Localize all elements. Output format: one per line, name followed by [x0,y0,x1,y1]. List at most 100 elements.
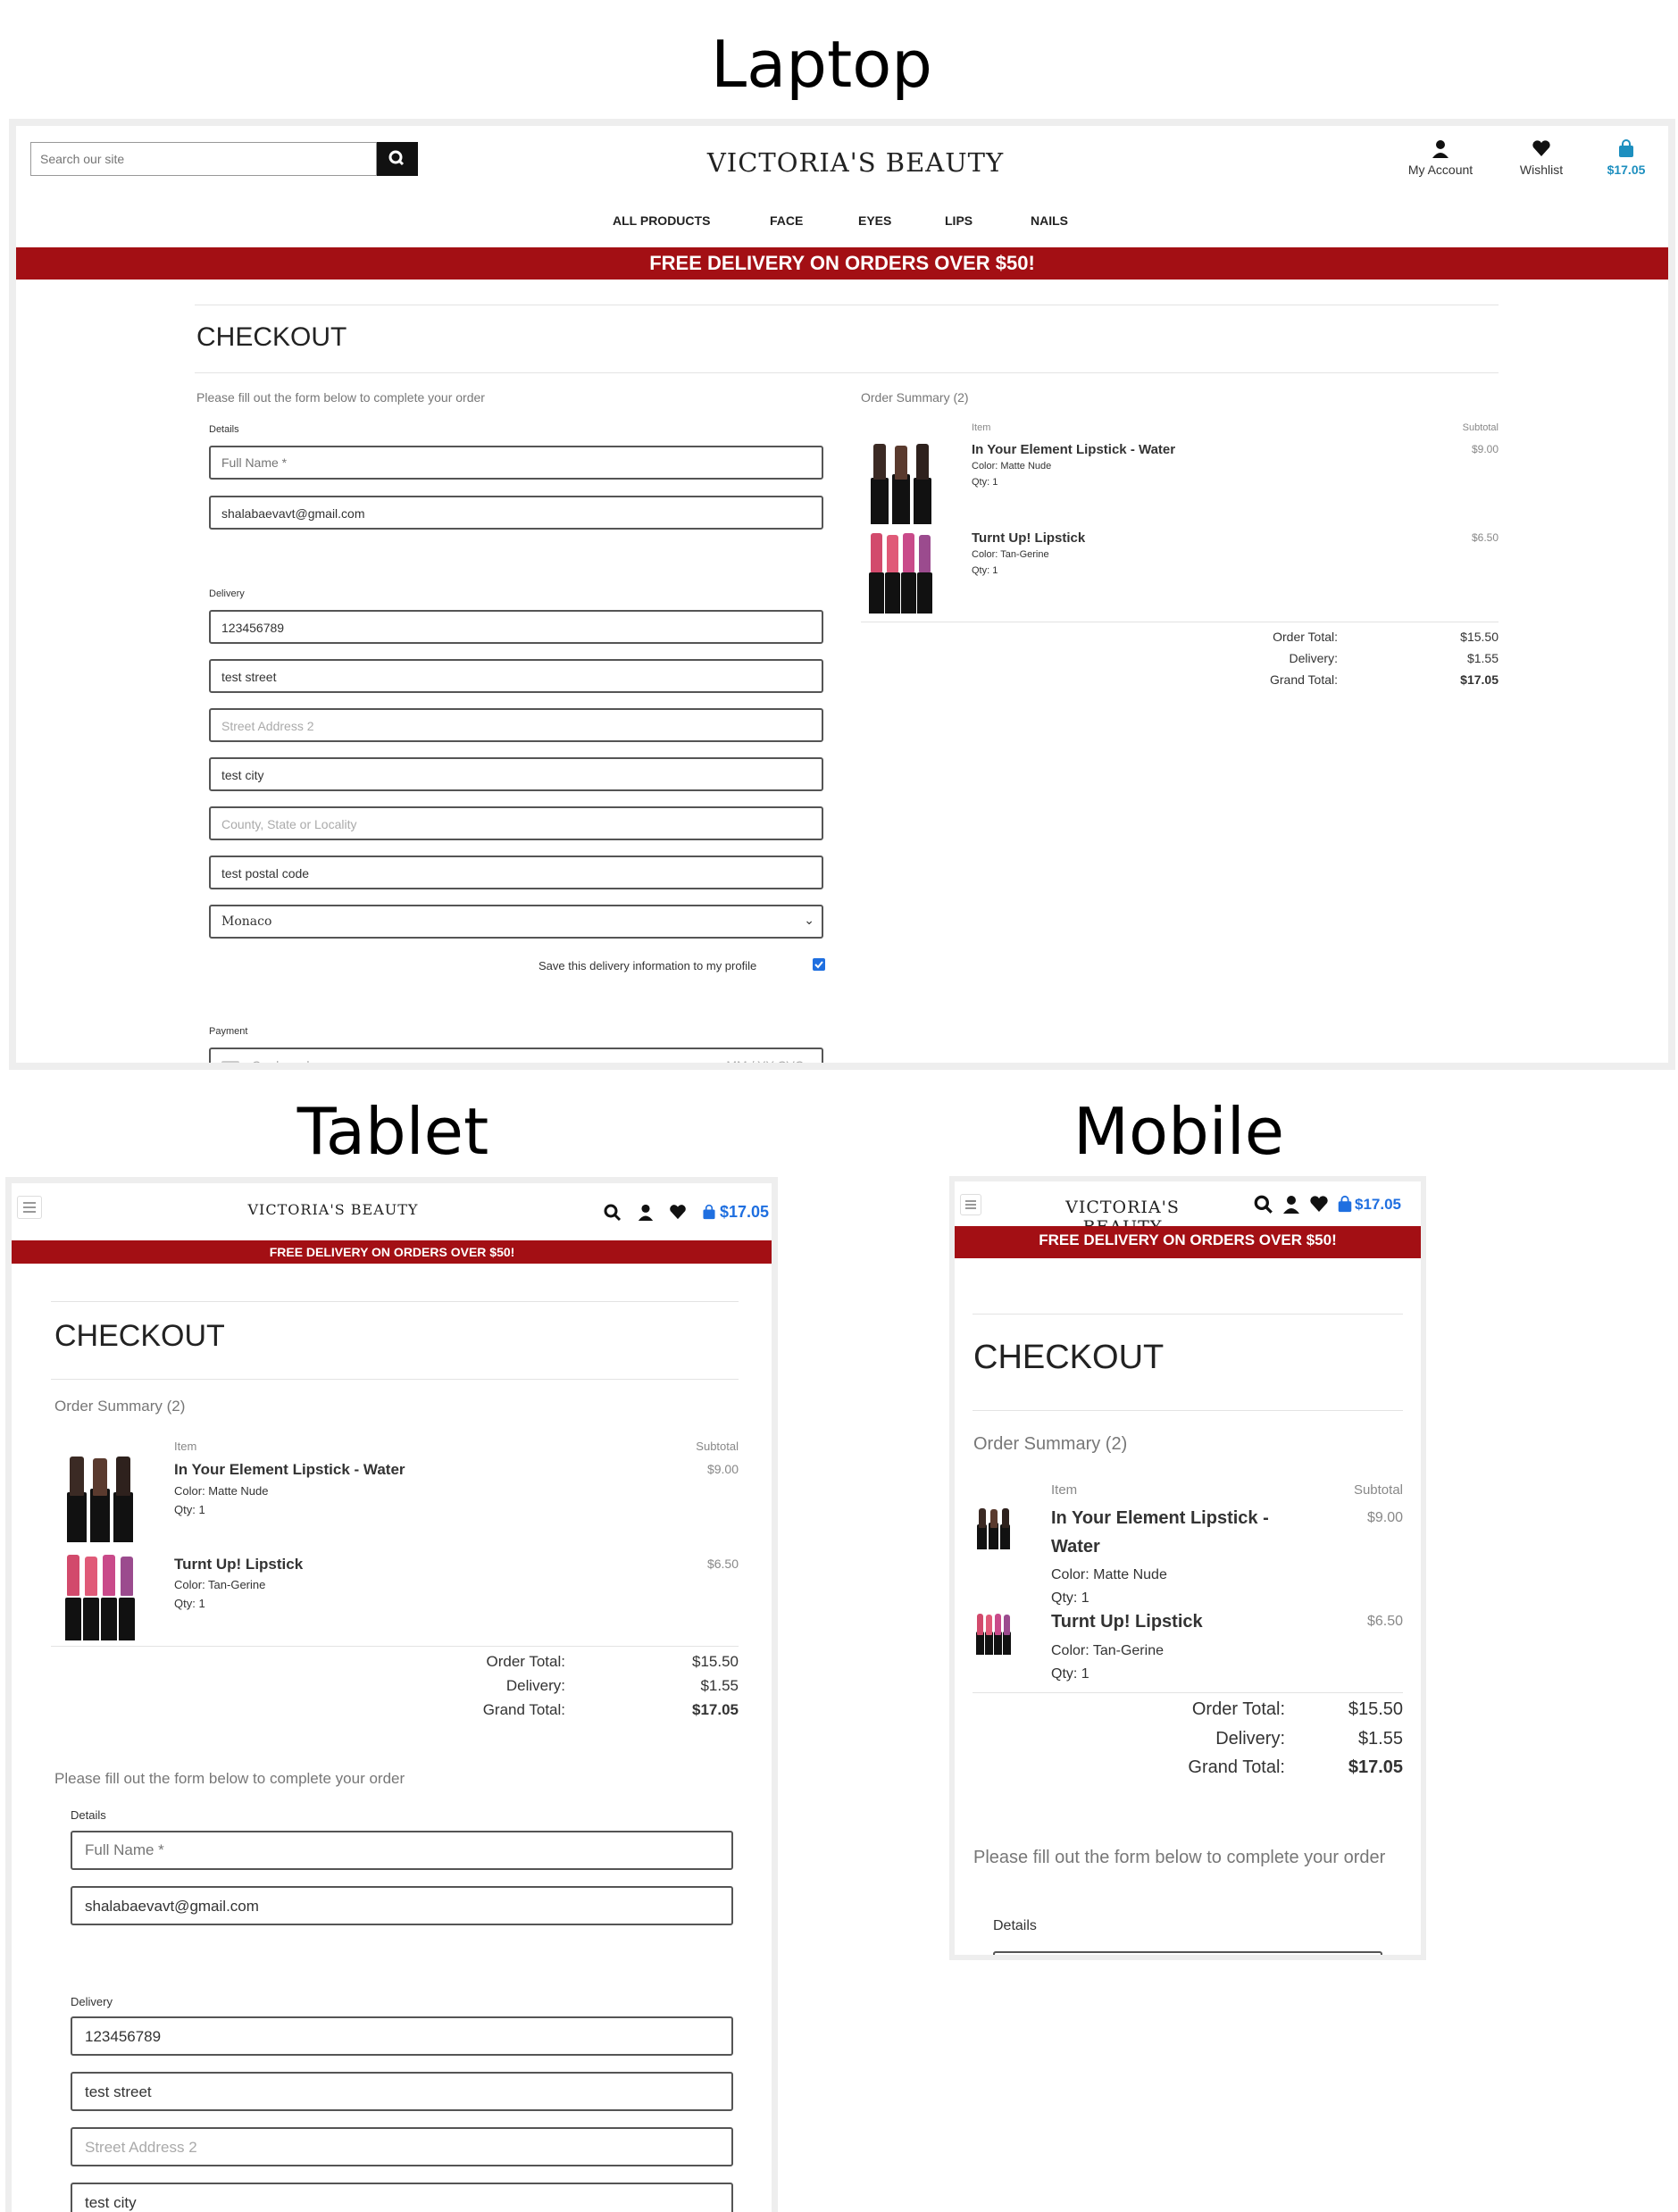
full-name-field[interactable] [209,446,823,480]
details-label: Details [71,1808,106,1822]
my-account-label: My Account [1407,163,1473,177]
mobile-screenshot: VICTORIA'S BEAUTY $17.05 FREE DELIVERY O… [949,1176,1426,1960]
email-value: shalabaevavt@gmail.com [221,506,365,521]
town-city-value: test city [85,2194,137,2211]
divider [973,1692,1403,1693]
product-color: Color: Tan-Gerine [1051,1643,1164,1658]
chevron-down-icon: ⌄ [804,914,814,928]
phone-field[interactable]: 123456789 [209,610,823,644]
country-select[interactable]: Monaco ⌄ [209,905,823,939]
search-input[interactable] [30,142,377,176]
street-address-1-field[interactable]: test street [209,659,823,693]
town-city-field[interactable]: test city [71,2183,733,2212]
bag-link[interactable]: $17.05 [1595,138,1657,177]
phone-value: 123456789 [85,2028,162,2045]
hamburger-menu-button[interactable] [960,1194,981,1215]
shopping-bag-icon[interactable] [1336,1194,1354,1214]
postcode-field[interactable]: test postal code [209,856,823,889]
brand-logo[interactable]: VICTORIA'S BEAUTY [235,1201,431,1218]
product-subtotal: $9.00 [1471,443,1499,455]
heart-icon[interactable] [1309,1194,1329,1214]
free-delivery-banner: FREE DELIVERY ON ORDERS OVER $50! [955,1226,1421,1258]
email-field[interactable]: shalabaevavt@gmail.com [71,1886,733,1925]
product-image-nude [976,1508,1012,1549]
divider [51,1646,739,1647]
town-city-field[interactable]: test city [209,757,823,791]
nav-eyes[interactable]: EYES [858,213,891,228]
item-header: Item [1051,1482,1078,1498]
item-header: Item [174,1440,197,1453]
product-image-tangerine [869,533,933,614]
county-placeholder: County, State or Locality [221,817,357,831]
product-name: In Your Element Lipstick - Water [174,1461,405,1478]
grand-total-label: Grand Total: [1188,1757,1285,1777]
wishlist-link[interactable]: Wishlist [1506,138,1577,177]
bag-total: $17.05 [1607,163,1646,177]
item-header: Item [972,422,991,433]
search-bar [30,142,418,176]
phone-value: 123456789 [221,621,285,635]
nav-face[interactable]: FACE [770,213,803,228]
search-button[interactable] [377,142,418,176]
postcode-value: test postal code [221,866,310,881]
full-name-field[interactable] [71,1831,733,1870]
order-summary-title: Order Summary (2) [54,1398,186,1415]
delivery-label: Delivery [71,1995,113,2008]
nav-nails[interactable]: NAILS [1031,213,1068,228]
tablet-screenshot: VICTORIA'S BEAUTY $17.05 FREE DELIVERY O… [5,1177,778,2212]
page-title: CHECKOUT [973,1339,1165,1376]
subtotal-header: Subtotal [1462,422,1499,433]
nav-lips[interactable]: LIPS [945,213,973,228]
product-name: In Your Element Lipstick - Water [972,442,1176,457]
shopping-bag-icon [1619,139,1633,157]
my-account-link[interactable]: My Account [1391,138,1490,177]
card-element[interactable]: Card number MM / YY CVC [209,1048,823,1063]
county-field[interactable]: County, State or Locality [209,806,823,840]
product-name-line-2: Water [1051,1537,1100,1557]
main-nav: ALL PRODUCTS FACE EYES LIPS NAILS [16,213,1668,235]
street-address-1-value: test street [221,670,277,684]
order-total-label: Order Total: [1273,630,1338,644]
phone-field[interactable]: 123456789 [71,2016,733,2056]
order-total-value: $15.50 [692,1653,739,1670]
street-address-2-field[interactable]: Street Address 2 [71,2127,733,2166]
product-color: Color: Tan-Gerine [972,549,1049,560]
search-icon[interactable] [603,1203,622,1223]
product-color: Color: Matte Nude [174,1484,269,1498]
nav-all-products[interactable]: ALL PRODUCTS [613,213,710,228]
hamburger-menu-button[interactable] [17,1196,42,1219]
heart-icon[interactable] [669,1203,687,1221]
bag-total[interactable]: $17.05 [720,1203,769,1222]
user-icon [1432,140,1448,158]
laptop-screenshot: VICTORIA'S BEAUTY My Account Wishlist $1… [9,119,1675,1070]
user-icon[interactable] [637,1203,655,1221]
wishlist-label: Wishlist [1519,163,1564,177]
user-icon[interactable] [1281,1194,1301,1214]
details-label: Details [993,1918,1037,1933]
email-field[interactable]: shalabaevavt@gmail.com [209,496,823,530]
street-address-1-field[interactable]: test street [71,2072,733,2111]
details-label: Details [209,424,239,435]
product-name: Turnt Up! Lipstick [174,1556,304,1573]
order-total-value: $15.50 [1460,630,1499,644]
divider [51,1379,739,1380]
shopping-bag-icon[interactable] [701,1203,717,1221]
save-info-label: Save this delivery information to my pro… [538,959,757,972]
product-image-tangerine [65,1555,135,1640]
card-icon [221,1060,239,1063]
street-address-2-field[interactable]: Street Address 2 [209,708,823,742]
product-qty: Qty: 1 [1051,1590,1089,1606]
page-title: CHECKOUT [196,322,347,352]
caption-mobile: Mobile [1073,1094,1285,1169]
form-intro: Please fill out the form below to comple… [973,1848,1386,1867]
save-info-checkbox[interactable] [813,958,825,971]
bag-total[interactable]: $17.05 [1355,1196,1401,1214]
product-subtotal: $6.50 [1471,531,1499,544]
town-city-value: test city [221,768,264,782]
search-icon[interactable] [1253,1194,1274,1215]
delivery-cost-value: $1.55 [1357,1729,1403,1749]
full-name-field[interactable] [993,1951,1382,1955]
brand-logo[interactable]: VICTORIA'S BEAUTY [704,147,1007,178]
divider [973,1314,1403,1315]
checkbox-checked-icon [814,961,823,969]
